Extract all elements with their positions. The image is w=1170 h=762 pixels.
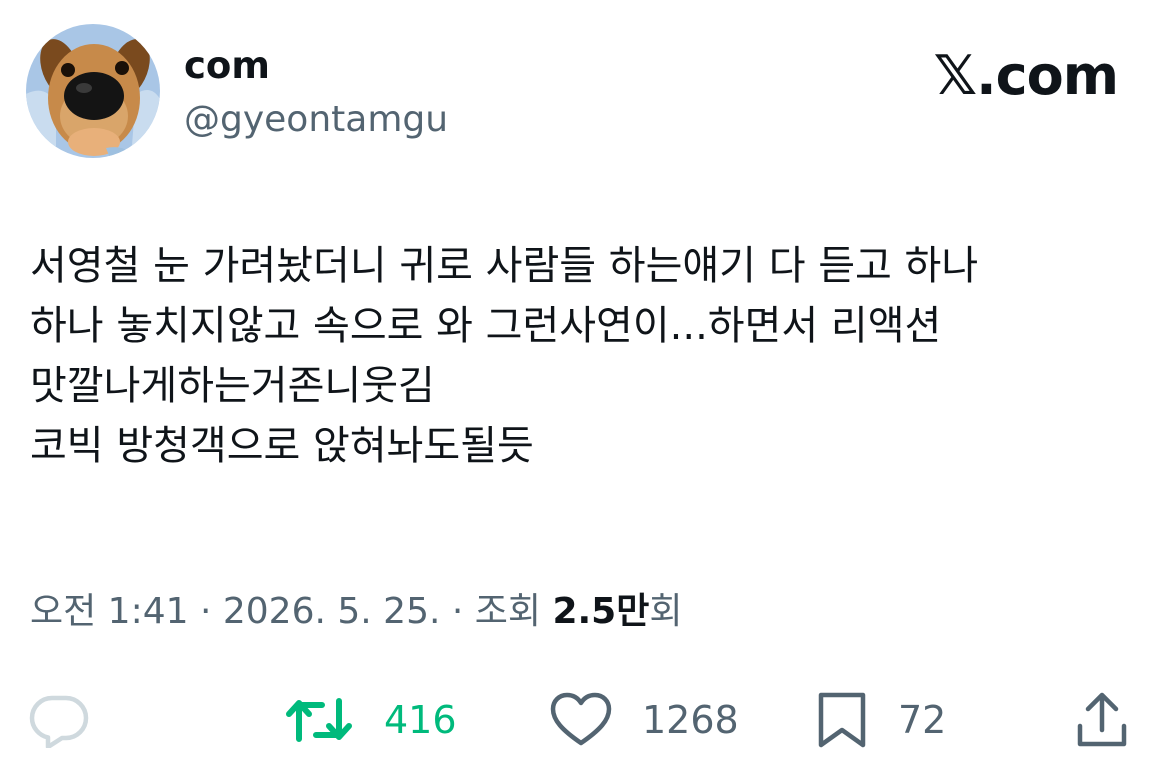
retweet-button[interactable]: 416 xyxy=(284,680,457,760)
action-bar: 416 1268 72 xyxy=(0,680,1170,760)
like-count: 1268 xyxy=(642,698,739,742)
tweet-time[interactable]: 오전 1:41 xyxy=(30,591,189,632)
reply-icon xyxy=(29,695,89,748)
views-suffix: 회 xyxy=(649,591,683,632)
user-handle[interactable]: @gyeontamgu xyxy=(184,96,448,144)
x-logo: 𝕏.com xyxy=(933,44,1119,107)
avatar-dog-image xyxy=(26,24,160,158)
retweet-count: 416 xyxy=(384,698,457,742)
tweet-meta: 오전 1:41 · 2026. 5. 25. · 조회 2.5만회 xyxy=(30,586,682,638)
tweet-line: 서영철 눈 가려놨더니 귀로 사람들 하는얘기 다 듣고 하나 xyxy=(30,243,979,289)
meta-separator: · xyxy=(440,591,475,632)
reply-button[interactable] xyxy=(28,680,90,760)
share-icon xyxy=(1077,692,1127,747)
bookmark-icon xyxy=(818,692,866,748)
like-button[interactable]: 1268 xyxy=(550,680,739,760)
meta-separator: · xyxy=(188,591,223,632)
tweet-line: 하나 놓치지않고 속으로 와 그런사연이...하면서 리액션 xyxy=(30,303,942,349)
share-button[interactable] xyxy=(1074,680,1130,760)
tweet-date[interactable]: 2026. 5. 25. xyxy=(223,591,441,632)
tweet-line: 코빅 방청객으로 앉혀놔도될듯 xyxy=(30,423,534,469)
display-name[interactable]: com xyxy=(184,42,270,90)
tweet-text: 서영철 눈 가려놨더니 귀로 사람들 하는얘기 다 듣고 하나 하나 놓치지않고… xyxy=(30,236,1150,476)
retweet-icon xyxy=(286,698,352,742)
views-count: 2.5만 xyxy=(552,591,650,632)
tweet-line: 맛깔나게하는거존니웃김 xyxy=(30,363,435,409)
heart-icon xyxy=(550,692,612,746)
bookmark-button[interactable]: 72 xyxy=(816,680,946,760)
avatar[interactable] xyxy=(26,24,160,158)
views-label: 조회 xyxy=(474,591,553,632)
bookmark-count: 72 xyxy=(898,698,947,742)
